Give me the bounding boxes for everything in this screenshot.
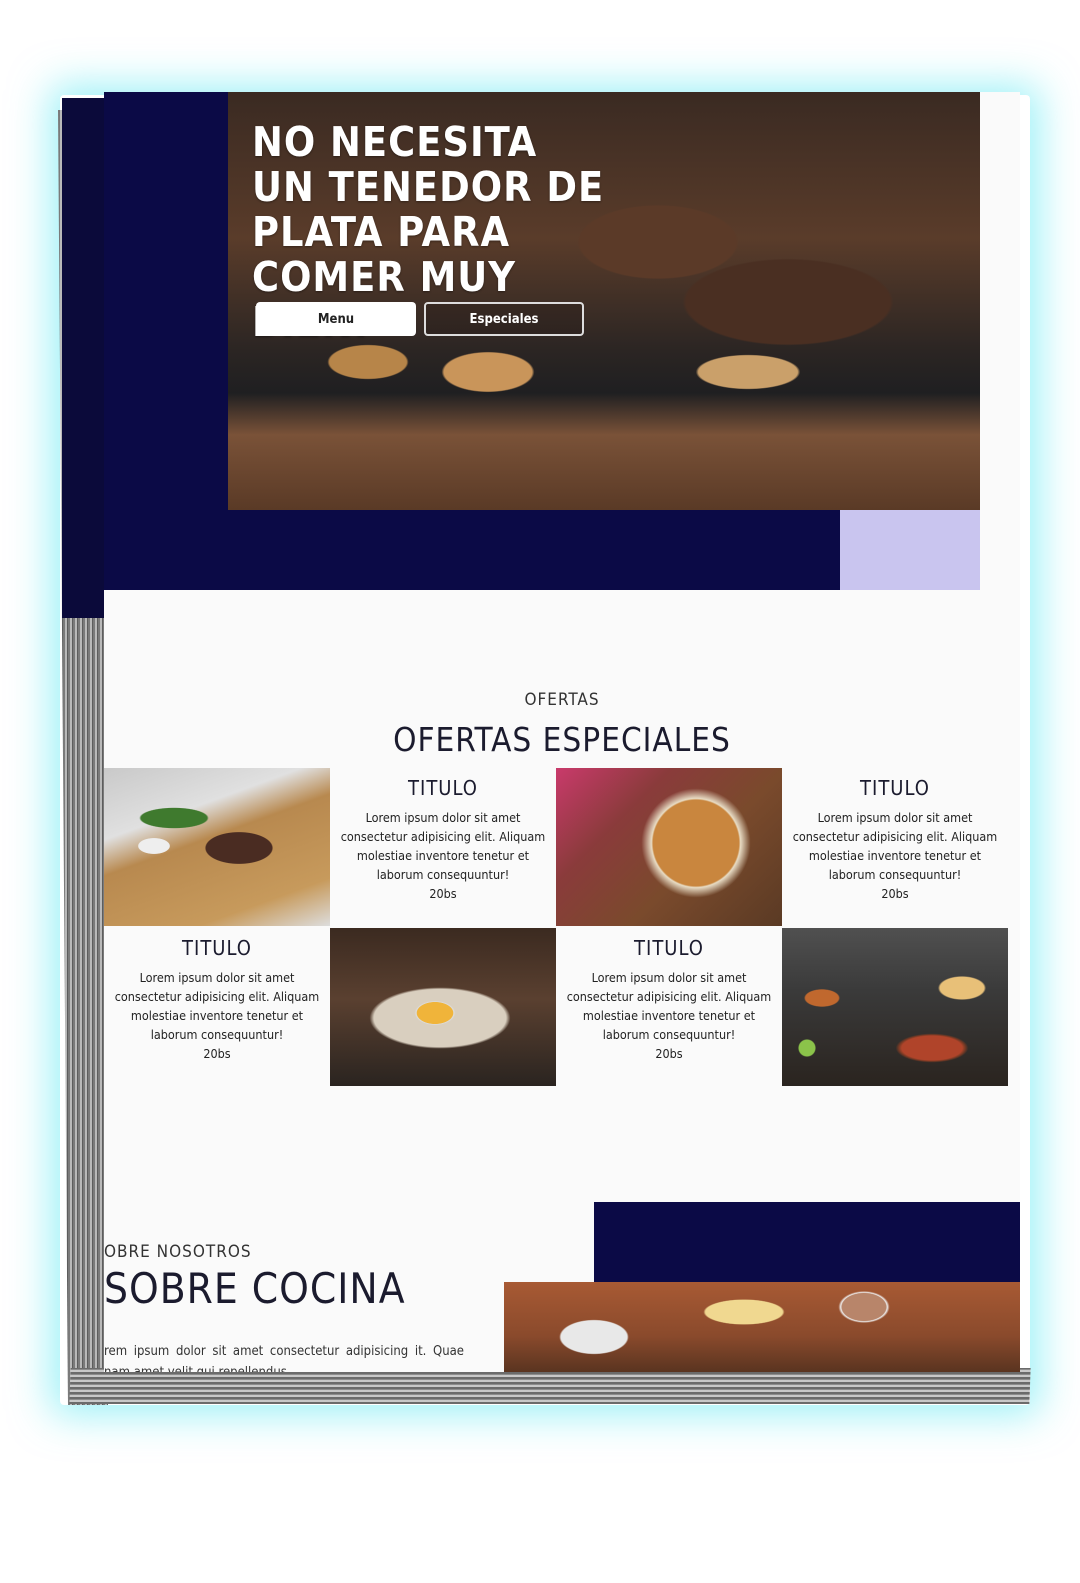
sobre-food-image [504, 1282, 1020, 1372]
offer-card[interactable]: TITULO Lorem ipsum dolor sit amet consec… [330, 768, 556, 926]
offer-title: TITULO [860, 776, 930, 800]
offer-title: TITULO [408, 776, 478, 800]
menu-button[interactable]: Menu [256, 302, 416, 336]
offer-image-pizza [556, 768, 782, 926]
offer-description: Lorem ipsum dolor sit amet consectetur a… [792, 810, 998, 882]
offer-description: Lorem ipsum dolor sit amet consectetur a… [114, 970, 320, 1042]
especiales-button[interactable]: Especiales [424, 302, 584, 336]
offer-card[interactable]: TITULO Lorem ipsum dolor sit amet consec… [104, 928, 330, 1086]
ofertas-kicker: OFERTAS [524, 690, 600, 710]
sobre-title: SOBRE COCINA [104, 1264, 406, 1313]
offer-card[interactable]: TITULO Lorem ipsum dolor sit amet consec… [556, 928, 782, 1086]
book-spine-cover [62, 98, 107, 618]
offer-description: Lorem ipsum dolor sit amet consectetur a… [340, 810, 546, 882]
offer-card[interactable]: TITULO Lorem ipsum dolor sit amet consec… [782, 768, 1008, 926]
sobre-text: rem ipsum dolor sit amet consectetur adi… [104, 1344, 464, 1372]
sobre-kicker: OBRE NOSOTROS [104, 1242, 252, 1262]
book-page-edges [69, 1368, 1031, 1404]
offer-description: Lorem ipsum dolor sit amet consectetur a… [566, 970, 772, 1042]
website-page: NO NECESITA UN TENEDOR DE PLATA PARA COM… [104, 92, 1020, 1372]
offer-image-steak [104, 768, 330, 926]
offer-price: 20bs [655, 1046, 683, 1061]
offer-price: 20bs [881, 886, 909, 901]
offer-title: TITULO [634, 936, 704, 960]
offer-price: 20bs [429, 886, 457, 901]
hero-lavender-block [840, 510, 980, 590]
offer-title: TITULO [182, 936, 252, 960]
offer-image-nachos [330, 928, 556, 1086]
ofertas-title: OFERTAS ESPECIALES [393, 720, 731, 759]
offer-image-salsas [782, 928, 1008, 1086]
offer-price: 20bs [203, 1046, 231, 1061]
